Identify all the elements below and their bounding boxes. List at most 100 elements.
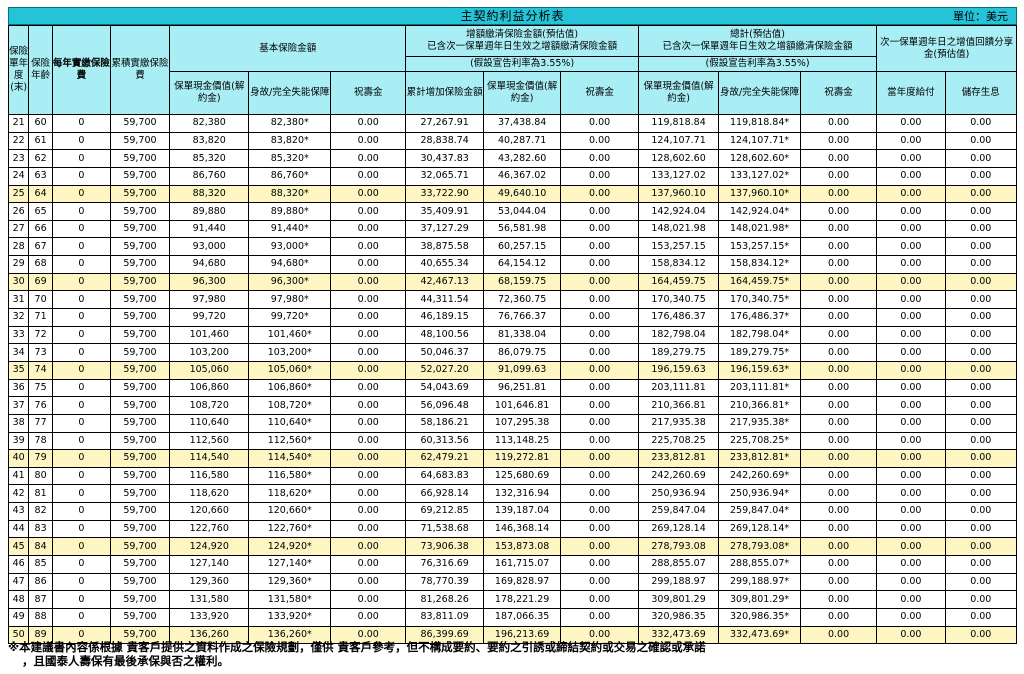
cell-basic-death-benefit: 82,380* <box>248 114 332 133</box>
cell-total-death-benefit: 288,855.07* <box>718 555 801 574</box>
cell-increase-cash-value: 64,154.12 <box>482 255 562 274</box>
cell-cumulative-premium: 59,700 <box>109 360 171 380</box>
cell-increase-cash-value: 161,715.07 <box>482 555 562 574</box>
cell-deposit-interest: 0.00 <box>944 149 1018 168</box>
cell-basic-cash-value: 103,200 <box>168 343 250 362</box>
cell-annual-premium: 0 <box>51 343 111 362</box>
cell-basic-death-benefit: 114,540* <box>248 449 332 468</box>
cell-total-death-benefit: 137,960.10* <box>718 184 801 204</box>
cell-current-year-payment: 0.00 <box>876 255 946 274</box>
cell-deposit-interest: 0.00 <box>944 272 1018 292</box>
col-cumulative-premium: 累積實繳保險費 <box>109 25 171 115</box>
benefit-table: 保險單年度(末) 保險年齡 每年實繳保險費 累積實繳保險費 基本保險金額 增額繳… <box>7 25 1018 645</box>
col-total-birthday-gift: 祝壽金 <box>799 71 878 115</box>
table-row: 30 69 0 59,700 96,300 96,300* 0.00 42,467.13 68,… <box>7 272 1018 292</box>
cell-increase-cumulative: 46,189.15 <box>405 308 484 327</box>
cell-annual-premium: 0 <box>51 272 111 292</box>
benefit-analysis-page: 主契約利益分析表 單位：美元 保險單年度(末) 保險年齡 每年實繳保險費 累積實… <box>0 0 1024 674</box>
cell-total-death-benefit: 242,260.69* <box>718 466 801 486</box>
cell-annual-premium: 0 <box>51 325 111 345</box>
cell-increase-birthday-gift: 0.00 <box>560 502 639 521</box>
cell-basic-death-benefit: 96,300* <box>248 272 332 292</box>
cell-annual-premium: 0 <box>51 202 111 221</box>
cell-annual-premium: 0 <box>51 114 111 133</box>
cell-increase-cash-value: 107,295.38 <box>482 413 562 433</box>
table-row: 25 64 0 59,700 88,320 88,320* 0.00 33,722.90 49,… <box>7 184 1018 204</box>
cell-increase-birthday-gift: 0.00 <box>560 431 639 451</box>
cell-annual-premium: 0 <box>51 378 111 398</box>
disclaimer-line2: ，且國泰人壽保有最後承保與否之權利。 <box>22 654 229 668</box>
cell-basic-birthday-gift: 0.00 <box>330 202 407 221</box>
cell-annual-premium: 0 <box>51 449 111 468</box>
cell-total-birthday-gift: 0.00 <box>799 572 878 592</box>
cell-annual-premium: 0 <box>51 607 111 627</box>
cell-year: 37 <box>7 396 30 415</box>
cell-increase-birthday-gift: 0.00 <box>560 184 639 204</box>
cell-increase-cash-value: 169,828.97 <box>482 572 562 592</box>
cell-basic-birthday-gift: 0.00 <box>330 431 407 451</box>
col-current-year-payment: 當年度給付 <box>876 71 946 115</box>
cell-increase-cumulative: 30,437.83 <box>405 149 484 168</box>
cell-current-year-payment: 0.00 <box>876 290 946 310</box>
cell-annual-premium: 0 <box>51 484 111 504</box>
cell-total-cash-value: 250,936.94 <box>637 484 720 504</box>
cell-current-year-payment: 0.00 <box>876 449 946 468</box>
cell-cumulative-premium: 59,700 <box>109 502 171 521</box>
cell-total-cash-value: 164,459.75 <box>637 272 720 292</box>
cell-annual-premium: 0 <box>51 502 111 521</box>
cell-current-year-payment: 0.00 <box>876 166 946 186</box>
cell-total-cash-value: 203,111.81 <box>637 378 720 398</box>
cell-current-year-payment: 0.00 <box>876 360 946 380</box>
cell-total-birthday-gift: 0.00 <box>799 131 878 151</box>
cell-increase-cash-value: 101,646.81 <box>482 396 562 415</box>
cell-increase-cumulative: 48,100.56 <box>405 325 484 345</box>
cell-deposit-interest: 0.00 <box>944 255 1018 274</box>
disclaimer-line1: ※本建議書內容係根據 貴客戶提供之資料作成之保險規劃，僅供 貴客戶參考，但不構成… <box>8 640 706 654</box>
table-row: 38 77 0 59,700 110,640 110,640* 0.00 58,186.21 1… <box>7 413 1018 433</box>
table-row: 22 61 0 59,700 83,820 83,820* 0.00 28,838.74 40,… <box>7 131 1018 151</box>
cell-cumulative-premium: 59,700 <box>109 272 171 292</box>
cell-total-death-benefit: 225,708.25* <box>718 431 801 451</box>
cell-basic-birthday-gift: 0.00 <box>330 149 407 168</box>
cell-cumulative-premium: 59,700 <box>109 378 171 398</box>
cell-cumulative-premium: 59,700 <box>109 237 171 257</box>
cell-basic-birthday-gift: 0.00 <box>330 343 407 362</box>
cell-total-death-benefit: 320,986.35* <box>718 607 801 627</box>
table-row: 45 84 0 59,700 124,920 124,920* 0.00 73,906.38 1… <box>7 537 1018 557</box>
cell-age: 69 <box>28 272 53 292</box>
cell-year: 46 <box>7 555 30 574</box>
cell-deposit-interest: 0.00 <box>944 572 1018 592</box>
cell-basic-birthday-gift: 0.00 <box>330 114 407 133</box>
cell-total-cash-value: 153,257.15 <box>637 237 720 257</box>
cell-increase-cumulative: 71,538.68 <box>405 519 484 539</box>
cell-increase-birthday-gift: 0.00 <box>560 396 639 415</box>
cell-increase-cumulative: 50,046.37 <box>405 343 484 362</box>
cell-basic-cash-value: 93,000 <box>168 237 250 257</box>
cell-basic-birthday-gift: 0.00 <box>330 396 407 415</box>
cell-increase-birthday-gift: 0.00 <box>560 519 639 539</box>
cell-year: 48 <box>7 590 30 609</box>
cell-basic-birthday-gift: 0.00 <box>330 537 407 557</box>
cell-year: 33 <box>7 325 30 345</box>
col-basic-cash-value: 保單現金價值(解約金) <box>168 71 250 115</box>
cell-deposit-interest: 0.00 <box>944 237 1018 257</box>
cell-year: 27 <box>7 219 30 239</box>
cell-basic-birthday-gift: 0.00 <box>330 272 407 292</box>
cell-annual-premium: 0 <box>51 537 111 557</box>
col-increase-cumulative: 累計增加保險金額 <box>405 71 484 115</box>
cell-increase-cumulative: 56,096.48 <box>405 396 484 415</box>
table-row: 49 88 0 59,700 133,920 133,920* 0.00 83,811.09 1… <box>7 607 1018 627</box>
cell-current-year-payment: 0.00 <box>876 572 946 592</box>
cell-age: 62 <box>28 149 53 168</box>
cell-total-death-benefit: 299,188.97* <box>718 572 801 592</box>
cell-increase-birthday-gift: 0.00 <box>560 325 639 345</box>
cell-basic-cash-value: 82,380 <box>168 114 250 133</box>
table-row: 40 79 0 59,700 114,540 114,540* 0.00 62,479.21 1… <box>7 449 1018 468</box>
cell-increase-cash-value: 125,680.69 <box>482 466 562 486</box>
cell-cumulative-premium: 59,700 <box>109 184 171 204</box>
cell-deposit-interest: 0.00 <box>944 184 1018 204</box>
group-total: 總計(預估值) 已含次一保單週年日生效之增額繳清保險金額 <box>637 25 878 57</box>
cell-age: 78 <box>28 431 53 451</box>
cell-basic-death-benefit: 103,200* <box>248 343 332 362</box>
cell-current-year-payment: 0.00 <box>876 607 946 627</box>
